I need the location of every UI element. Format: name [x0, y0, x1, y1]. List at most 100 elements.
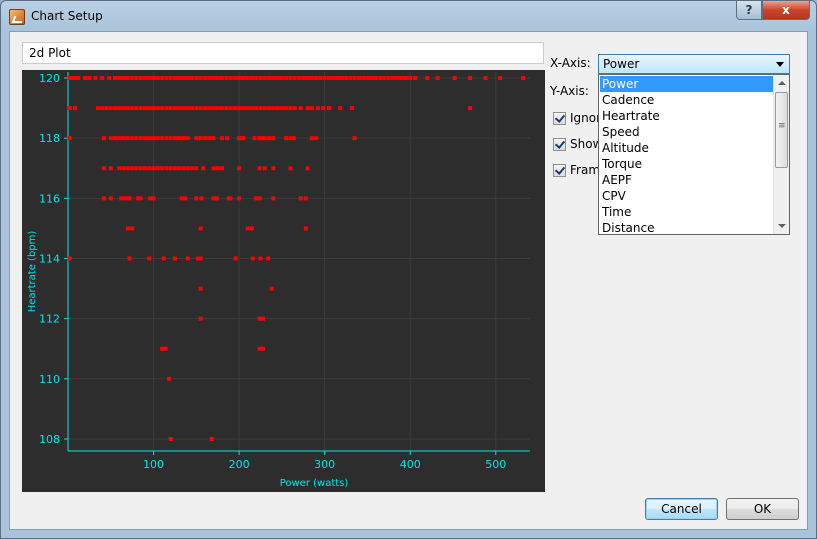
data-point: [241, 76, 246, 81]
dropdown-option-distance[interactable]: Distance: [600, 220, 773, 234]
dropdown-option-torque[interactable]: Torque: [600, 156, 773, 172]
data-point: [267, 76, 272, 81]
data-point: [138, 76, 143, 81]
data-point: [166, 376, 171, 381]
data-point: [279, 76, 284, 81]
data-point: [104, 106, 109, 111]
x-axis-title: Power (watts): [280, 478, 349, 489]
data-point: [190, 106, 195, 111]
y-tick-label: 110: [39, 373, 60, 386]
data-point: [215, 76, 220, 81]
y-axis-title: Heartrate (bpm): [27, 231, 38, 313]
help-button[interactable]: ?: [736, 1, 762, 20]
data-point: [237, 106, 242, 111]
data-point: [125, 136, 130, 141]
data-point: [207, 136, 212, 141]
data-point: [350, 106, 355, 111]
data-point: [168, 166, 173, 171]
data-point: [164, 166, 169, 171]
data-point: [108, 166, 113, 171]
dropdown-option-heartrate[interactable]: Heartrate: [600, 108, 773, 124]
data-point: [168, 436, 173, 441]
data-point: [185, 166, 190, 171]
data-point: [378, 76, 383, 81]
data-point: [125, 76, 130, 81]
cancel-button[interactable]: Cancel: [645, 498, 718, 520]
scrollbar-thumb[interactable]: [775, 92, 788, 168]
frame-checkbox[interactable]: [553, 164, 566, 177]
data-point: [202, 76, 207, 81]
data-point: [198, 76, 203, 81]
data-point: [271, 106, 276, 111]
data-point: [143, 76, 147, 81]
data-point: [147, 76, 152, 81]
data-point: [249, 106, 254, 111]
x-tick-label: 300: [314, 458, 335, 471]
data-point: [125, 166, 130, 171]
data-point: [250, 256, 255, 261]
data-point: [161, 256, 166, 261]
data-point: [365, 76, 370, 81]
y-tick-label: 114: [39, 252, 60, 265]
x-tick-label: 100: [143, 458, 164, 471]
data-point: [127, 256, 132, 261]
data-point: [107, 76, 112, 81]
data-point: [262, 166, 267, 171]
data-point: [160, 76, 165, 81]
data-point: [202, 136, 207, 141]
ignore-checkbox[interactable]: [553, 112, 566, 125]
ok-button[interactable]: OK: [726, 498, 799, 520]
close-button[interactable]: x: [762, 1, 810, 20]
data-point: [138, 196, 143, 201]
data-point: [163, 346, 168, 351]
dropdown-option-altitude[interactable]: Altitude: [600, 140, 773, 156]
data-point: [155, 106, 160, 111]
y-tick-label: 120: [39, 72, 60, 85]
data-point: [194, 166, 199, 171]
data-point: [228, 106, 233, 111]
chevron-down-icon[interactable]: [776, 62, 784, 67]
data-point: [151, 106, 156, 111]
data-point: [309, 76, 314, 81]
data-point: [172, 76, 177, 81]
data-point: [177, 106, 182, 111]
scroll-down-arrow-icon[interactable]: [778, 224, 786, 228]
data-point: [130, 226, 135, 231]
data-point: [134, 136, 139, 141]
chart-title-input[interactable]: [22, 42, 544, 64]
data-point: [261, 346, 266, 351]
data-point: [160, 136, 165, 141]
data-point: [338, 106, 343, 111]
scroll-up-arrow-icon[interactable]: [778, 81, 786, 85]
data-point: [266, 256, 271, 261]
dropdown-scrollbar[interactable]: [773, 75, 789, 234]
dropdown-option-aepf[interactable]: AEPF: [600, 172, 773, 188]
x-axis-select[interactable]: Power: [598, 54, 790, 74]
data-point: [326, 76, 331, 81]
x-tick-label: 200: [229, 458, 250, 471]
data-point: [155, 136, 160, 141]
data-point: [199, 196, 204, 201]
data-point: [198, 316, 203, 321]
y-axis-label: Y-Axis:: [550, 84, 589, 98]
title-bar[interactable]: Chart Setup ? x: [1, 1, 816, 31]
data-point: [108, 106, 113, 111]
data-point: [331, 76, 336, 81]
x-axis-dropdown-list[interactable]: Power Cadence Heartrate Speed Altitude T…: [598, 74, 790, 235]
dropdown-option-time[interactable]: Time: [600, 204, 773, 220]
dropdown-option-power[interactable]: Power: [600, 76, 773, 92]
data-point: [101, 136, 106, 141]
data-point: [284, 136, 289, 141]
data-point: [233, 256, 238, 261]
dropdown-option-speed[interactable]: Speed: [600, 124, 773, 140]
dropdown-option-cadence[interactable]: Cadence: [600, 92, 773, 108]
data-point: [399, 76, 404, 81]
dropdown-option-cpv[interactable]: CPV: [600, 188, 773, 204]
data-point: [292, 76, 297, 81]
data-point: [225, 136, 230, 141]
data-point: [271, 136, 276, 141]
show-checkbox[interactable]: [553, 138, 566, 151]
data-point: [271, 196, 276, 201]
data-point: [356, 76, 361, 81]
data-point: [100, 106, 105, 111]
